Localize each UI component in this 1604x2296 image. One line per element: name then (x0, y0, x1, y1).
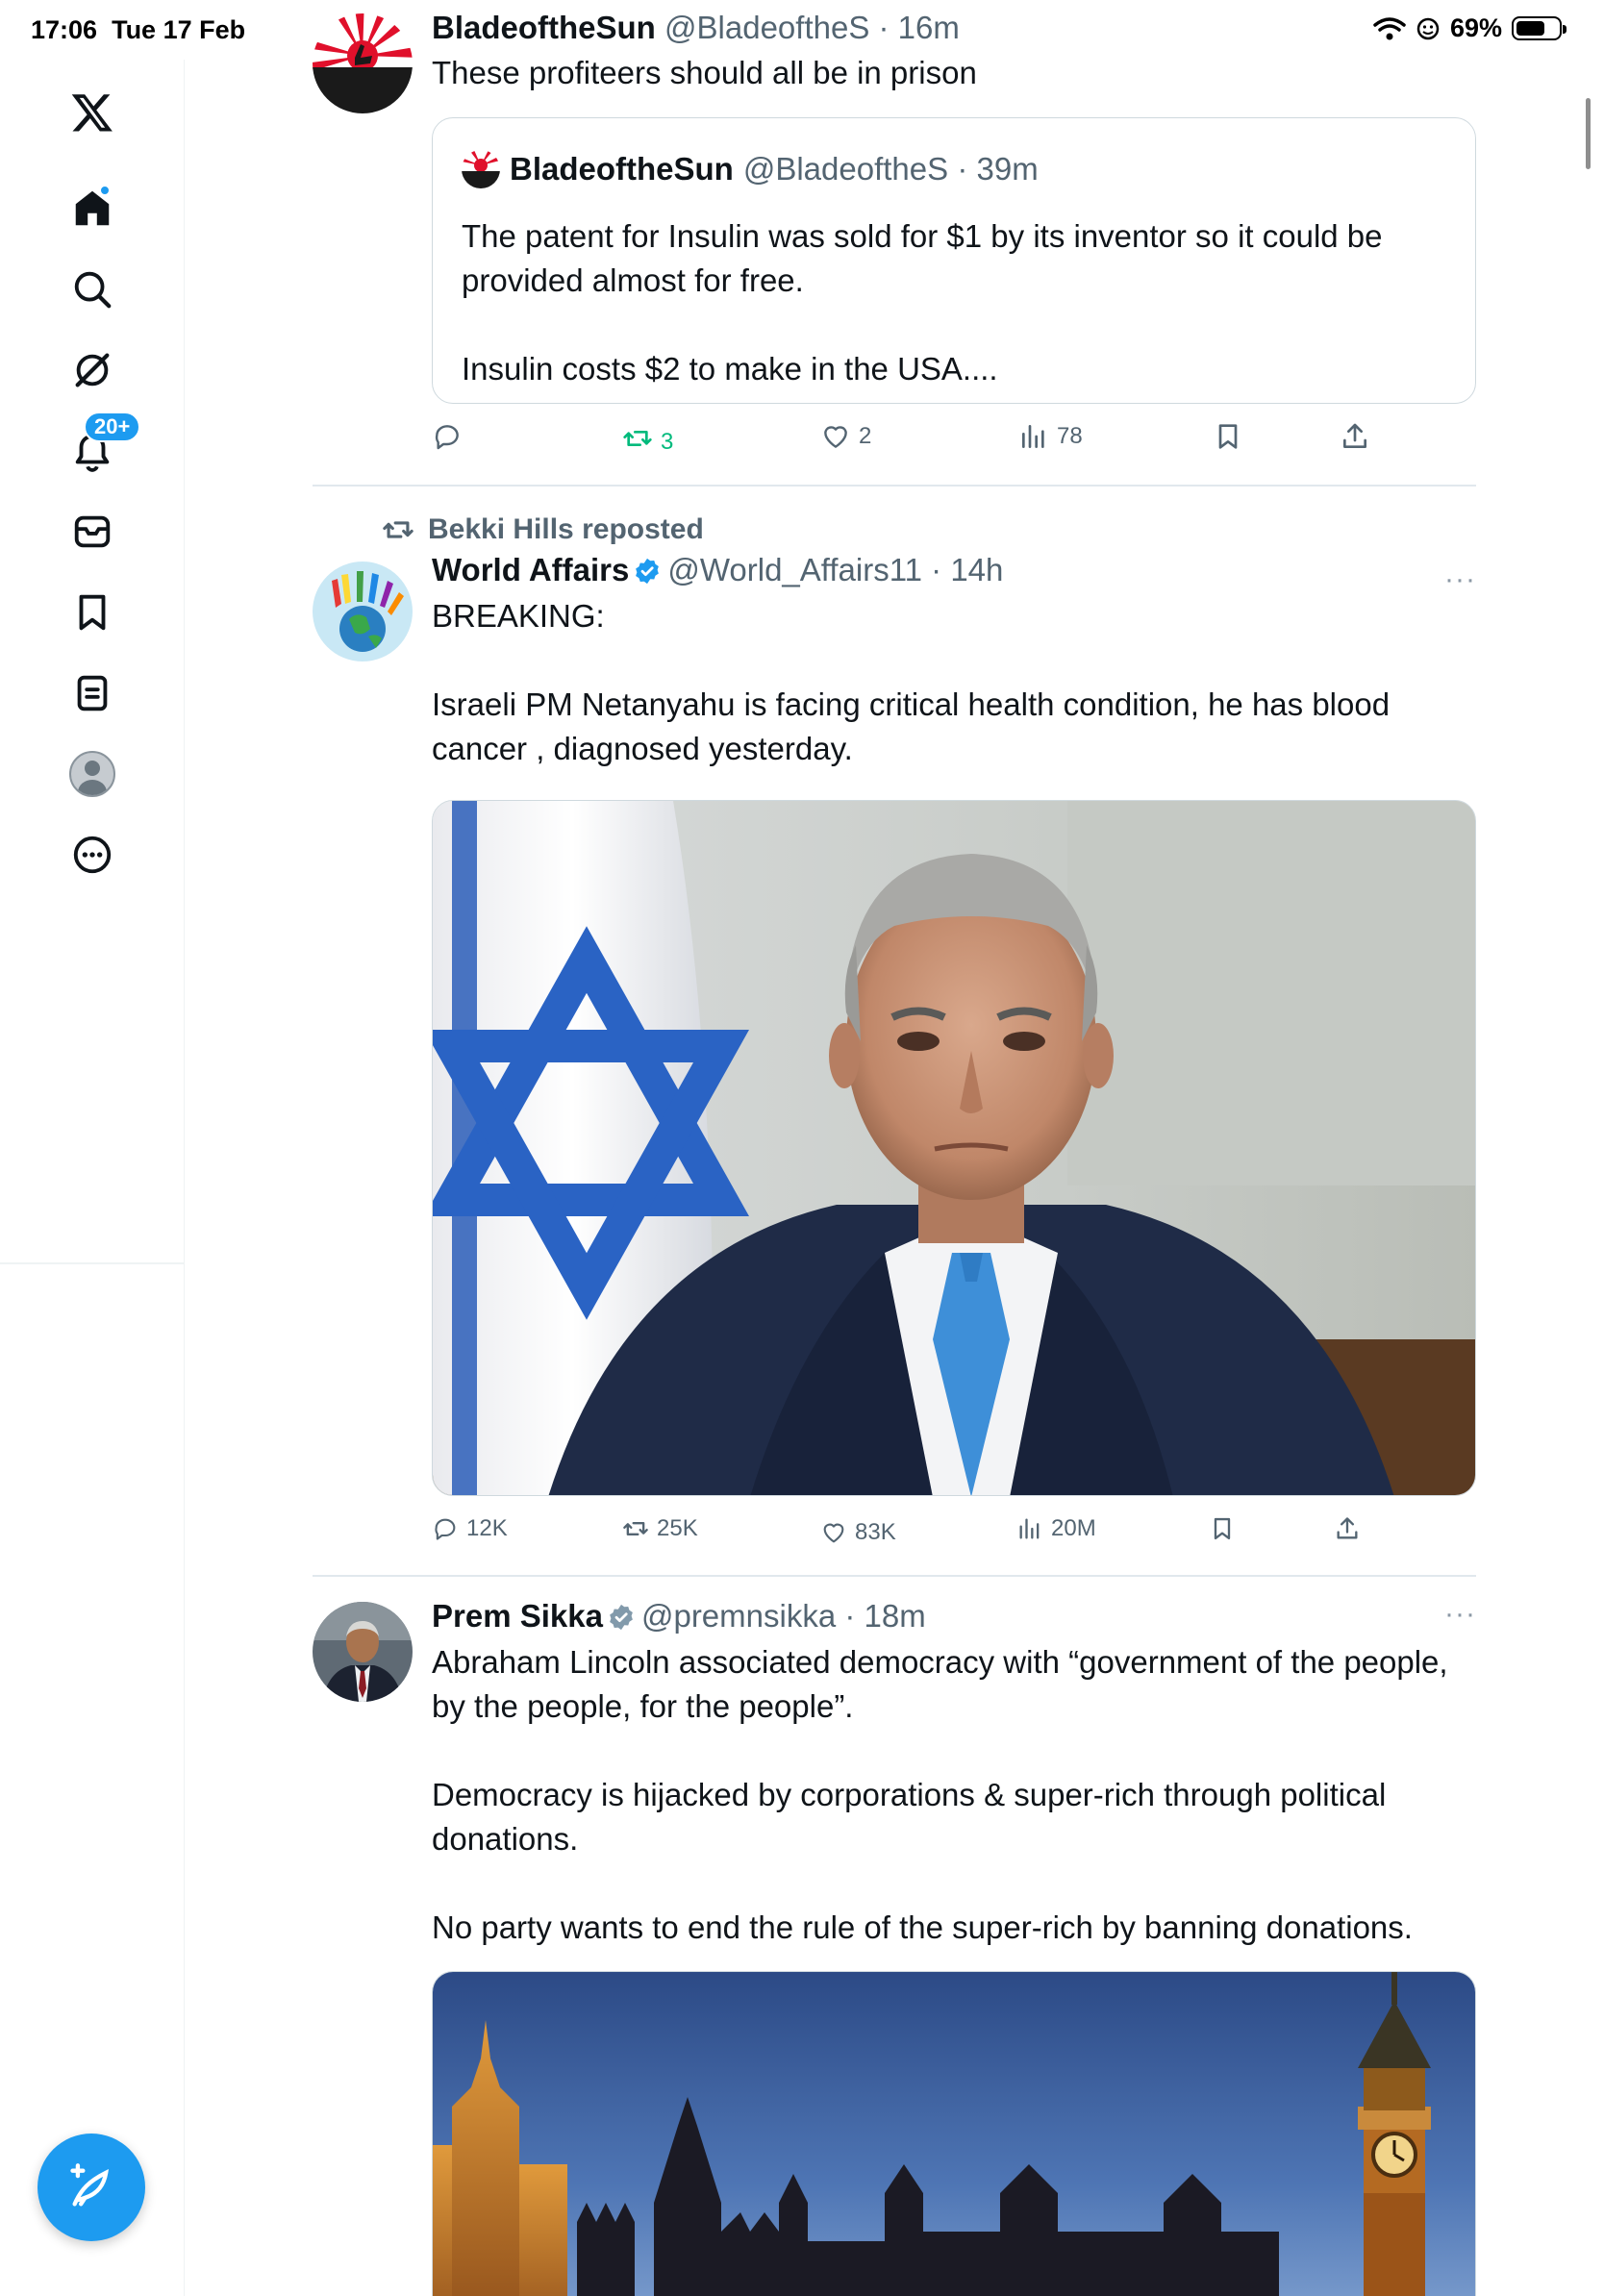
tweet-time[interactable]: 14h (950, 552, 1003, 587)
reply-button[interactable] (432, 421, 463, 452)
reply-icon (435, 1518, 456, 1540)
repost-count: 3 (661, 429, 674, 455)
reply-count: 12K (466, 1515, 508, 1541)
bookmarks-icon[interactable] (61, 581, 124, 644)
quote-text: The patent for Insulin was sold for $1 b… (462, 218, 1383, 387)
views-count: 20M (1051, 1515, 1096, 1541)
quote-author-handle: @BladeoftheS (742, 151, 949, 187)
profile-avatar (69, 751, 115, 797)
notifications-icon[interactable]: 20+ (61, 412, 141, 483)
netanyahu-photo (433, 801, 1475, 1495)
author-handle[interactable]: @premnsikka (641, 1598, 836, 1634)
tweet-text: These profiteers should all be in prison (432, 55, 977, 90)
like-icon (823, 1523, 844, 1543)
repost-icon (623, 431, 652, 446)
tweet-time[interactable]: 16m (898, 10, 960, 45)
reposted-by: Bekki Hills reposted (428, 513, 704, 545)
quote-tweet[interactable]: BladeoftheSun @BladeoftheS · 39m The pat… (432, 117, 1476, 404)
bookmark-icon (1218, 424, 1238, 449)
like-icon (824, 426, 847, 448)
more-options-icon[interactable]: ··· (1444, 563, 1476, 596)
quote-author-name: BladeoftheSun (510, 151, 734, 187)
share-button[interactable] (1340, 421, 1370, 452)
grok-icon[interactable] (61, 338, 124, 402)
lists-icon[interactable] (61, 661, 124, 725)
views-button[interactable]: 78 (1018, 421, 1083, 452)
sidebar-divider (0, 1262, 185, 1264)
views-icon (1019, 1518, 1040, 1539)
bookmark-icon (1214, 1517, 1231, 1540)
tweet-separator (313, 485, 1476, 487)
avatar[interactable] (313, 13, 413, 113)
messages-icon[interactable] (61, 500, 124, 563)
verified-badge-icon (610, 1604, 633, 1631)
author-name[interactable]: Prem Sikka (432, 1598, 603, 1634)
notifications-badge: 20+ (84, 412, 141, 442)
quote-header: BladeoftheSun @BladeoftheS · 39m (462, 149, 1039, 189)
prem-sikka-avatar-image (313, 1602, 413, 1702)
tweet-media-image[interactable] (432, 1971, 1476, 2296)
share-icon (1337, 1517, 1358, 1539)
views-icon (1022, 425, 1044, 448)
quote-avatar (462, 150, 500, 188)
bookmark-button[interactable] (1209, 1515, 1236, 1542)
repost-context[interactable]: Bekki Hills reposted (382, 513, 704, 546)
profile-icon[interactable] (61, 742, 124, 806)
more-icon[interactable] (61, 823, 124, 886)
more-options-icon[interactable]: ··· (1444, 1598, 1476, 1631)
compose-button[interactable] (38, 2134, 145, 2241)
repost-count: 25K (657, 1515, 698, 1541)
world-affairs-avatar-image (313, 562, 413, 661)
bookmark-button[interactable] (1213, 421, 1243, 452)
search-icon[interactable] (61, 258, 124, 321)
avatar[interactable] (313, 1602, 413, 1702)
like-button[interactable]: 2 (820, 421, 871, 452)
tweet-actions: 3 2 78 (432, 421, 1476, 460)
tweet-text: BREAKING: Israeli PM Netanyahu is facing… (432, 598, 1391, 766)
houses-of-parliament-photo (433, 1972, 1475, 2296)
tweet-header: Prem Sikka @premnsikka · 18m (432, 1598, 926, 1634)
bladeofthesun-avatar-image (313, 13, 413, 113)
home-icon[interactable] (61, 177, 124, 240)
battery-icon (1512, 16, 1566, 40)
reply-button[interactable]: 12K (432, 1515, 508, 1542)
avatar[interactable] (313, 562, 413, 661)
tweet-text: Abraham Lincoln associated democracy wit… (432, 1644, 1448, 1945)
x-logo-icon[interactable] (61, 81, 124, 144)
quote-time: 39m (976, 151, 1039, 187)
repost-button[interactable]: 3 (622, 421, 673, 456)
author-handle[interactable]: @World_Affairs11 (667, 552, 922, 587)
like-button[interactable]: 83K (820, 1519, 896, 1546)
tweet-header: BladeoftheSun @BladeoftheS · 16m (432, 10, 960, 45)
tweet-media-image[interactable] (432, 800, 1476, 1496)
compose-feather-icon (70, 2163, 110, 2207)
sidebar: 20+ (0, 60, 185, 2296)
reply-icon (435, 425, 459, 450)
repost-icon (623, 1522, 648, 1535)
author-handle[interactable]: @BladeoftheS (664, 10, 869, 45)
author-name[interactable]: BladeoftheSun (432, 10, 656, 45)
like-count: 2 (859, 423, 872, 449)
repost-button[interactable]: 25K (622, 1515, 698, 1542)
scrollbar[interactable] (1586, 98, 1591, 169)
home-unread-dot (99, 185, 111, 196)
author-name[interactable]: World Affairs (432, 552, 629, 587)
tweet-time[interactable]: 18m (865, 1598, 926, 1634)
tweet-header: World Affairs @World_Affairs11 · 14h (432, 552, 1004, 587)
verified-badge-icon (636, 558, 660, 585)
like-count: 83K (855, 1519, 896, 1545)
bladeofthesun-avatar-image (462, 150, 500, 188)
views-count: 78 (1057, 423, 1083, 449)
share-button[interactable] (1334, 1515, 1361, 1542)
tweet-separator (313, 1575, 1476, 1577)
share-icon (1343, 423, 1366, 448)
views-button[interactable]: 20M (1016, 1515, 1096, 1542)
tweet-actions: 12K 25K 83K 20M (432, 1515, 1476, 1554)
status-time: 17:06 Tue 17 Feb (31, 15, 246, 44)
repost-icon (383, 521, 414, 538)
